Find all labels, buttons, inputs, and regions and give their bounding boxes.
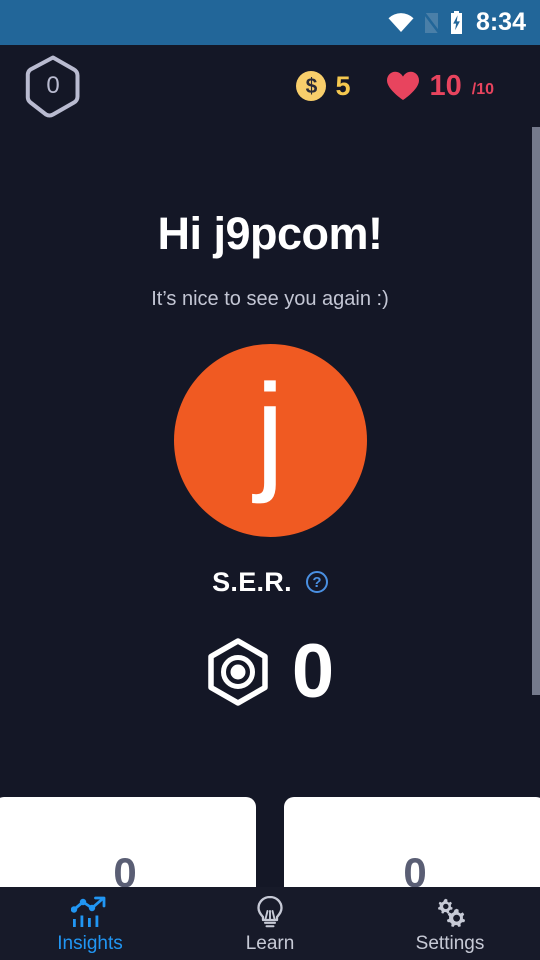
battery-charging-icon <box>449 11 464 34</box>
header-stats: $ 5 10 /10 <box>296 71 516 101</box>
stat-cards-row: 0 0 <box>0 797 540 887</box>
level-badge[interactable]: 0 <box>24 54 82 118</box>
app-root: 8:34 0 $ 5 10 /10 Hi j9pcom! It’s nice t… <box>0 0 540 960</box>
scrollbar-track[interactable] <box>532 127 540 887</box>
nav-item-insights[interactable]: Insights <box>0 887 180 960</box>
avatar-wrapper: j <box>0 343 540 537</box>
wifi-icon <box>388 12 414 33</box>
greeting-title: Hi j9pcom! <box>157 208 383 259</box>
question-mark-circle-icon[interactable]: ? <box>305 571 328 593</box>
heart-icon <box>386 71 420 101</box>
lightbulb-icon <box>254 895 286 929</box>
ser-label: S.E.R. <box>212 566 292 597</box>
nav-label-insights: Insights <box>57 932 123 954</box>
nav-label-settings: Settings <box>415 932 485 954</box>
android-status-bar: 8:34 <box>0 0 540 45</box>
gears-icon <box>431 895 469 929</box>
lives-value: 10 <box>429 69 462 102</box>
stat-card[interactable]: 0 <box>0 797 256 887</box>
greeting-subtitle: It’s nice to see you again :) <box>151 287 389 310</box>
ser-value-row: 0 <box>0 628 540 714</box>
ser-header-row: S.E.R. ? <box>0 566 540 597</box>
nav-label-learn: Learn <box>245 932 295 954</box>
app-header: 0 $ 5 10 /10 <box>0 45 540 127</box>
dollar-coin-icon: $ <box>296 71 327 101</box>
hex-nut-icon <box>206 637 270 706</box>
ser-value: 0 <box>291 628 335 714</box>
stat-card[interactable]: 0 <box>284 797 540 887</box>
main-content: Hi j9pcom! It’s nice to see you again :)… <box>0 127 540 887</box>
coins-stat[interactable]: $ 5 <box>296 71 350 101</box>
coins-value: 5 <box>335 70 351 101</box>
mobile-signal-off-icon <box>423 11 440 34</box>
stat-card-value: 0 <box>113 849 137 888</box>
chart-trend-up-icon <box>71 895 109 929</box>
bottom-navigation-bar: Insights Learn Settings <box>0 887 540 960</box>
scrollbar-thumb[interactable] <box>532 127 540 695</box>
level-badge-value: 0 <box>46 72 60 99</box>
nav-item-learn[interactable]: Learn <box>180 887 360 960</box>
avatar[interactable]: j <box>173 343 367 537</box>
lives-stat[interactable]: 10 /10 <box>386 71 494 101</box>
nav-item-settings[interactable]: Settings <box>360 887 540 960</box>
lives-max: /10 <box>471 81 494 98</box>
status-bar-clock: 8:34 <box>475 8 526 36</box>
stat-card-value: 0 <box>403 849 427 888</box>
